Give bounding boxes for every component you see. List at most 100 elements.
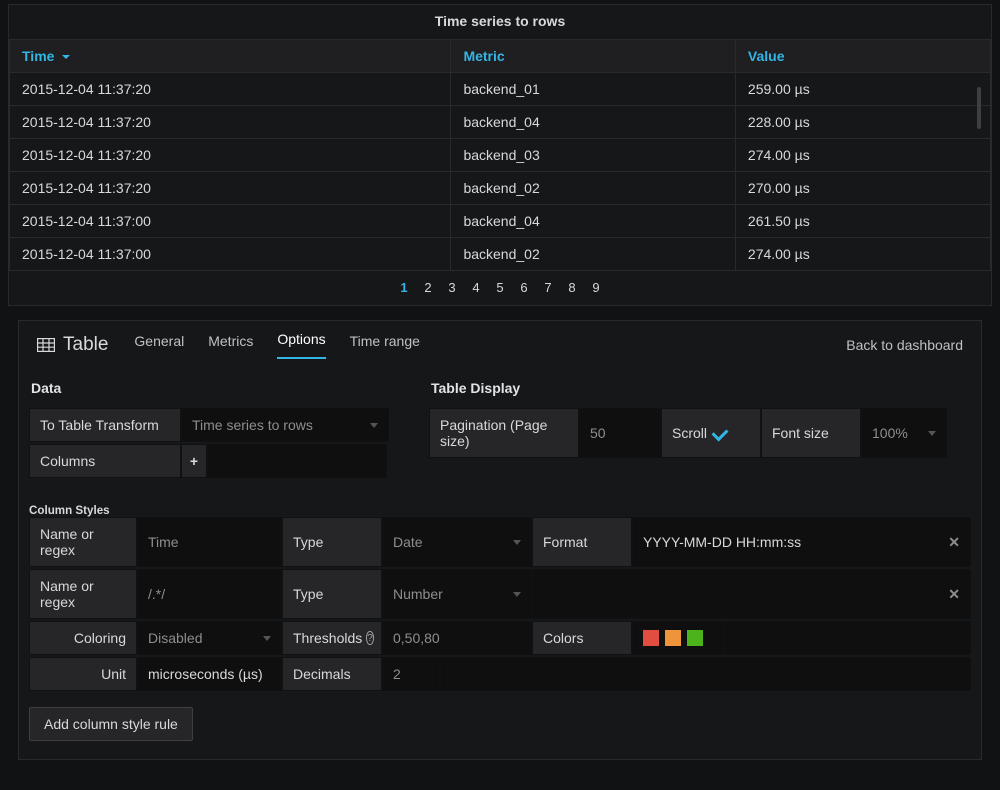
table-row: 2015-12-04 11:37:20backend_04228.00 µs xyxy=(10,106,991,139)
help-icon[interactable]: ? xyxy=(366,631,374,645)
tab-general[interactable]: General xyxy=(134,333,184,359)
page-1[interactable]: 1 xyxy=(392,280,416,295)
cell-value: 259.00 µs xyxy=(735,73,990,106)
format-label: Format xyxy=(532,517,632,567)
decimals-input[interactable]: 2 xyxy=(382,657,440,691)
unit-select[interactable]: microseconds (µs) xyxy=(137,657,282,691)
type-value: Date xyxy=(393,534,423,550)
thresholds-placeholder: 0,50,80 xyxy=(393,630,440,646)
data-heading: Data xyxy=(31,380,389,396)
tab-time-range[interactable]: Time range xyxy=(350,333,420,359)
cell-time: 2015-12-04 11:37:20 xyxy=(10,139,451,172)
cell-metric: backend_03 xyxy=(451,139,735,172)
page-4[interactable]: 4 xyxy=(464,280,488,295)
scroll-label: Scroll xyxy=(672,425,707,441)
font-size-label: Font size xyxy=(761,408,861,458)
type-select[interactable]: Number xyxy=(382,569,532,619)
panel-title: Time series to rows xyxy=(9,5,991,39)
font-size-select[interactable]: 100% xyxy=(861,408,947,458)
unit-value: microseconds (µs) xyxy=(148,666,263,682)
columns-empty[interactable] xyxy=(207,444,387,478)
tab-metrics[interactable]: Metrics xyxy=(208,333,253,359)
type-value: Number xyxy=(393,586,443,602)
pagination-input[interactable]: 50 xyxy=(579,408,661,458)
cell-value: 261.50 µs xyxy=(735,205,990,238)
check-icon xyxy=(712,425,729,442)
rule-spacer xyxy=(440,657,971,691)
columns-label: Columns xyxy=(29,444,181,478)
cell-metric: backend_02 xyxy=(451,238,735,271)
chevron-down-icon xyxy=(263,636,271,641)
to-table-transform-value: Time series to rows xyxy=(192,417,313,433)
colors-label: Colors xyxy=(532,621,632,655)
cell-time: 2015-12-04 11:37:20 xyxy=(10,106,451,139)
column-styles-heading: Column Styles xyxy=(29,504,971,517)
cell-time: 2015-12-04 11:37:00 xyxy=(10,238,451,271)
page-6[interactable]: 6 xyxy=(512,280,536,295)
name-or-regex-label: Name or regex xyxy=(29,517,137,567)
name-or-regex-input[interactable]: /.*/ xyxy=(137,569,282,619)
editor-body: Data To Table Transform Time series to r… xyxy=(19,360,981,759)
decimals-value: 2 xyxy=(393,666,401,682)
table-panel: Time series to rows Time Metric Value 20… xyxy=(8,4,992,306)
table-icon xyxy=(37,338,55,352)
table-row: 2015-12-04 11:37:20backend_01259.00 µs xyxy=(10,73,991,106)
back-to-dashboard-link[interactable]: Back to dashboard xyxy=(846,337,963,353)
editor-tabs: General Metrics Options Time range xyxy=(134,331,419,359)
type-label: Type xyxy=(282,517,382,567)
chevron-down-icon xyxy=(370,423,378,428)
font-size-value: 100% xyxy=(872,425,908,441)
cell-time: 2015-12-04 11:37:20 xyxy=(10,172,451,205)
column-style-rule: Name or regex /.*/ Type Number ✕ xyxy=(29,569,971,619)
name-or-regex-value: /.*/ xyxy=(148,586,165,602)
cell-time: 2015-12-04 11:37:20 xyxy=(10,73,451,106)
unit-label: Unit xyxy=(29,657,137,691)
column-style-rule: Name or regex Time Type Date Format YYYY… xyxy=(29,517,971,567)
editor-header: Table GeneralMetricsOptionsTime range Ba… xyxy=(19,321,981,360)
cell-value: 228.00 µs xyxy=(735,106,990,139)
color-swatch-red[interactable] xyxy=(643,630,659,646)
cell-metric: backend_04 xyxy=(451,106,735,139)
page-5[interactable]: 5 xyxy=(488,280,512,295)
table-row: 2015-12-04 11:37:20backend_03274.00 µs xyxy=(10,139,991,172)
column-styles-section: Column Styles Name or regex Time Type Da… xyxy=(29,504,971,741)
panel-editor: Table GeneralMetricsOptionsTime range Ba… xyxy=(18,320,982,760)
table-row: 2015-12-04 11:37:00backend_04261.50 µs xyxy=(10,205,991,238)
data-section: Data To Table Transform Time series to r… xyxy=(29,380,389,480)
color-swatch-orange[interactable] xyxy=(665,630,681,646)
cell-time: 2015-12-04 11:37:00 xyxy=(10,205,451,238)
cell-metric: backend_04 xyxy=(451,205,735,238)
decimals-label: Decimals xyxy=(282,657,382,691)
rule-spacer: ✕ xyxy=(532,569,971,619)
page-2[interactable]: 2 xyxy=(416,280,440,295)
coloring-select[interactable]: Disabled xyxy=(137,621,282,655)
color-swatch-green[interactable] xyxy=(687,630,703,646)
add-column-style-rule-button[interactable]: Add column style rule xyxy=(29,707,193,741)
page-3[interactable]: 3 xyxy=(440,280,464,295)
scroll-toggle[interactable]: Scroll xyxy=(661,408,761,458)
table-scrollbar[interactable] xyxy=(977,87,981,129)
page-9[interactable]: 9 xyxy=(584,280,608,295)
format-input[interactable]: YYYY-MM-DD HH:mm:ss ✕ xyxy=(632,517,971,567)
pagination: 123456789 xyxy=(9,271,991,305)
cell-value: 274.00 µs xyxy=(735,139,990,172)
to-table-transform-select[interactable]: Time series to rows xyxy=(181,408,389,442)
remove-rule-button[interactable]: ✕ xyxy=(948,534,960,551)
page-8[interactable]: 8 xyxy=(560,280,584,295)
page-7[interactable]: 7 xyxy=(536,280,560,295)
column-header-time[interactable]: Time xyxy=(10,40,451,73)
thresholds-label-text: Thresholds xyxy=(293,630,362,646)
sort-desc-icon xyxy=(62,55,70,59)
type-select[interactable]: Date xyxy=(382,517,532,567)
column-header-time-label: Time xyxy=(22,48,54,64)
colors-swatches xyxy=(632,621,724,655)
name-or-regex-input[interactable]: Time xyxy=(137,517,282,567)
column-header-metric[interactable]: Metric xyxy=(451,40,735,73)
add-column-button[interactable]: + xyxy=(181,444,207,478)
thresholds-input[interactable]: 0,50,80 xyxy=(382,621,532,655)
pagination-label: Pagination (Page size) xyxy=(429,408,579,458)
remove-rule-button[interactable]: ✕ xyxy=(948,586,960,603)
column-header-value[interactable]: Value xyxy=(735,40,990,73)
tab-options[interactable]: Options xyxy=(277,331,325,359)
cell-value: 270.00 µs xyxy=(735,172,990,205)
